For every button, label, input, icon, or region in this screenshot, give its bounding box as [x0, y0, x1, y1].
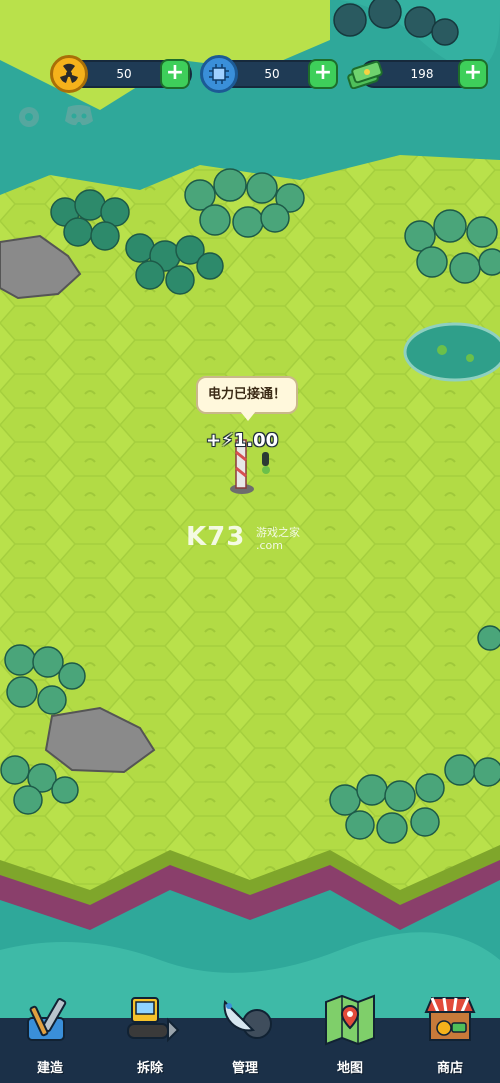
bulldozer-icon	[127, 997, 180, 1043]
settings-gear-icon[interactable]	[14, 102, 44, 132]
power-gain-text: +⚡1.00	[206, 430, 279, 451]
nav-shop[interactable]: 商店	[410, 990, 490, 1080]
microchip-icon	[200, 55, 238, 93]
radiation-icon	[50, 55, 88, 93]
shop-stall-icon	[424, 997, 476, 1041]
nav-build[interactable]: 建造	[10, 990, 90, 1080]
add-radiation-button[interactable]: +	[160, 59, 190, 89]
power-connected-bubble: 电力已接通！	[196, 376, 298, 414]
nav-manage-label: 管理	[231, 1061, 258, 1076]
satellite-dish-icon	[223, 999, 272, 1039]
add-chip-button[interactable]: +	[308, 59, 338, 89]
nav-demolish-label: 拆除	[136, 1061, 163, 1076]
nav-build-label: 建造	[36, 1061, 63, 1076]
map-pin-icon	[325, 994, 375, 1046]
watermark-sub: 游戏之家 .com	[256, 526, 300, 552]
build-tools-icon	[27, 998, 67, 1041]
add-cash-button[interactable]: +	[458, 59, 488, 89]
cash-stack-icon	[346, 55, 384, 93]
watermark-sub-line2: .com	[256, 539, 283, 552]
nav-map[interactable]: 地图	[310, 990, 390, 1080]
pond	[403, 322, 500, 382]
cash-value: 198	[410, 67, 434, 81]
nav-shop-label: 商店	[436, 1061, 463, 1076]
watermark-sub-line1: 游戏之家	[256, 526, 300, 539]
game-map[interactable]	[0, 0, 500, 1083]
bubble-tail	[240, 411, 256, 421]
nav-manage[interactable]: 管理	[205, 990, 285, 1080]
chip-value: 50	[264, 67, 280, 81]
watermark: K73	[186, 522, 246, 552]
nav-map-label: 地图	[336, 1061, 363, 1076]
discord-icon[interactable]	[64, 103, 94, 127]
radiation-value: 50	[116, 67, 132, 81]
nav-demolish[interactable]: 拆除	[110, 990, 190, 1080]
